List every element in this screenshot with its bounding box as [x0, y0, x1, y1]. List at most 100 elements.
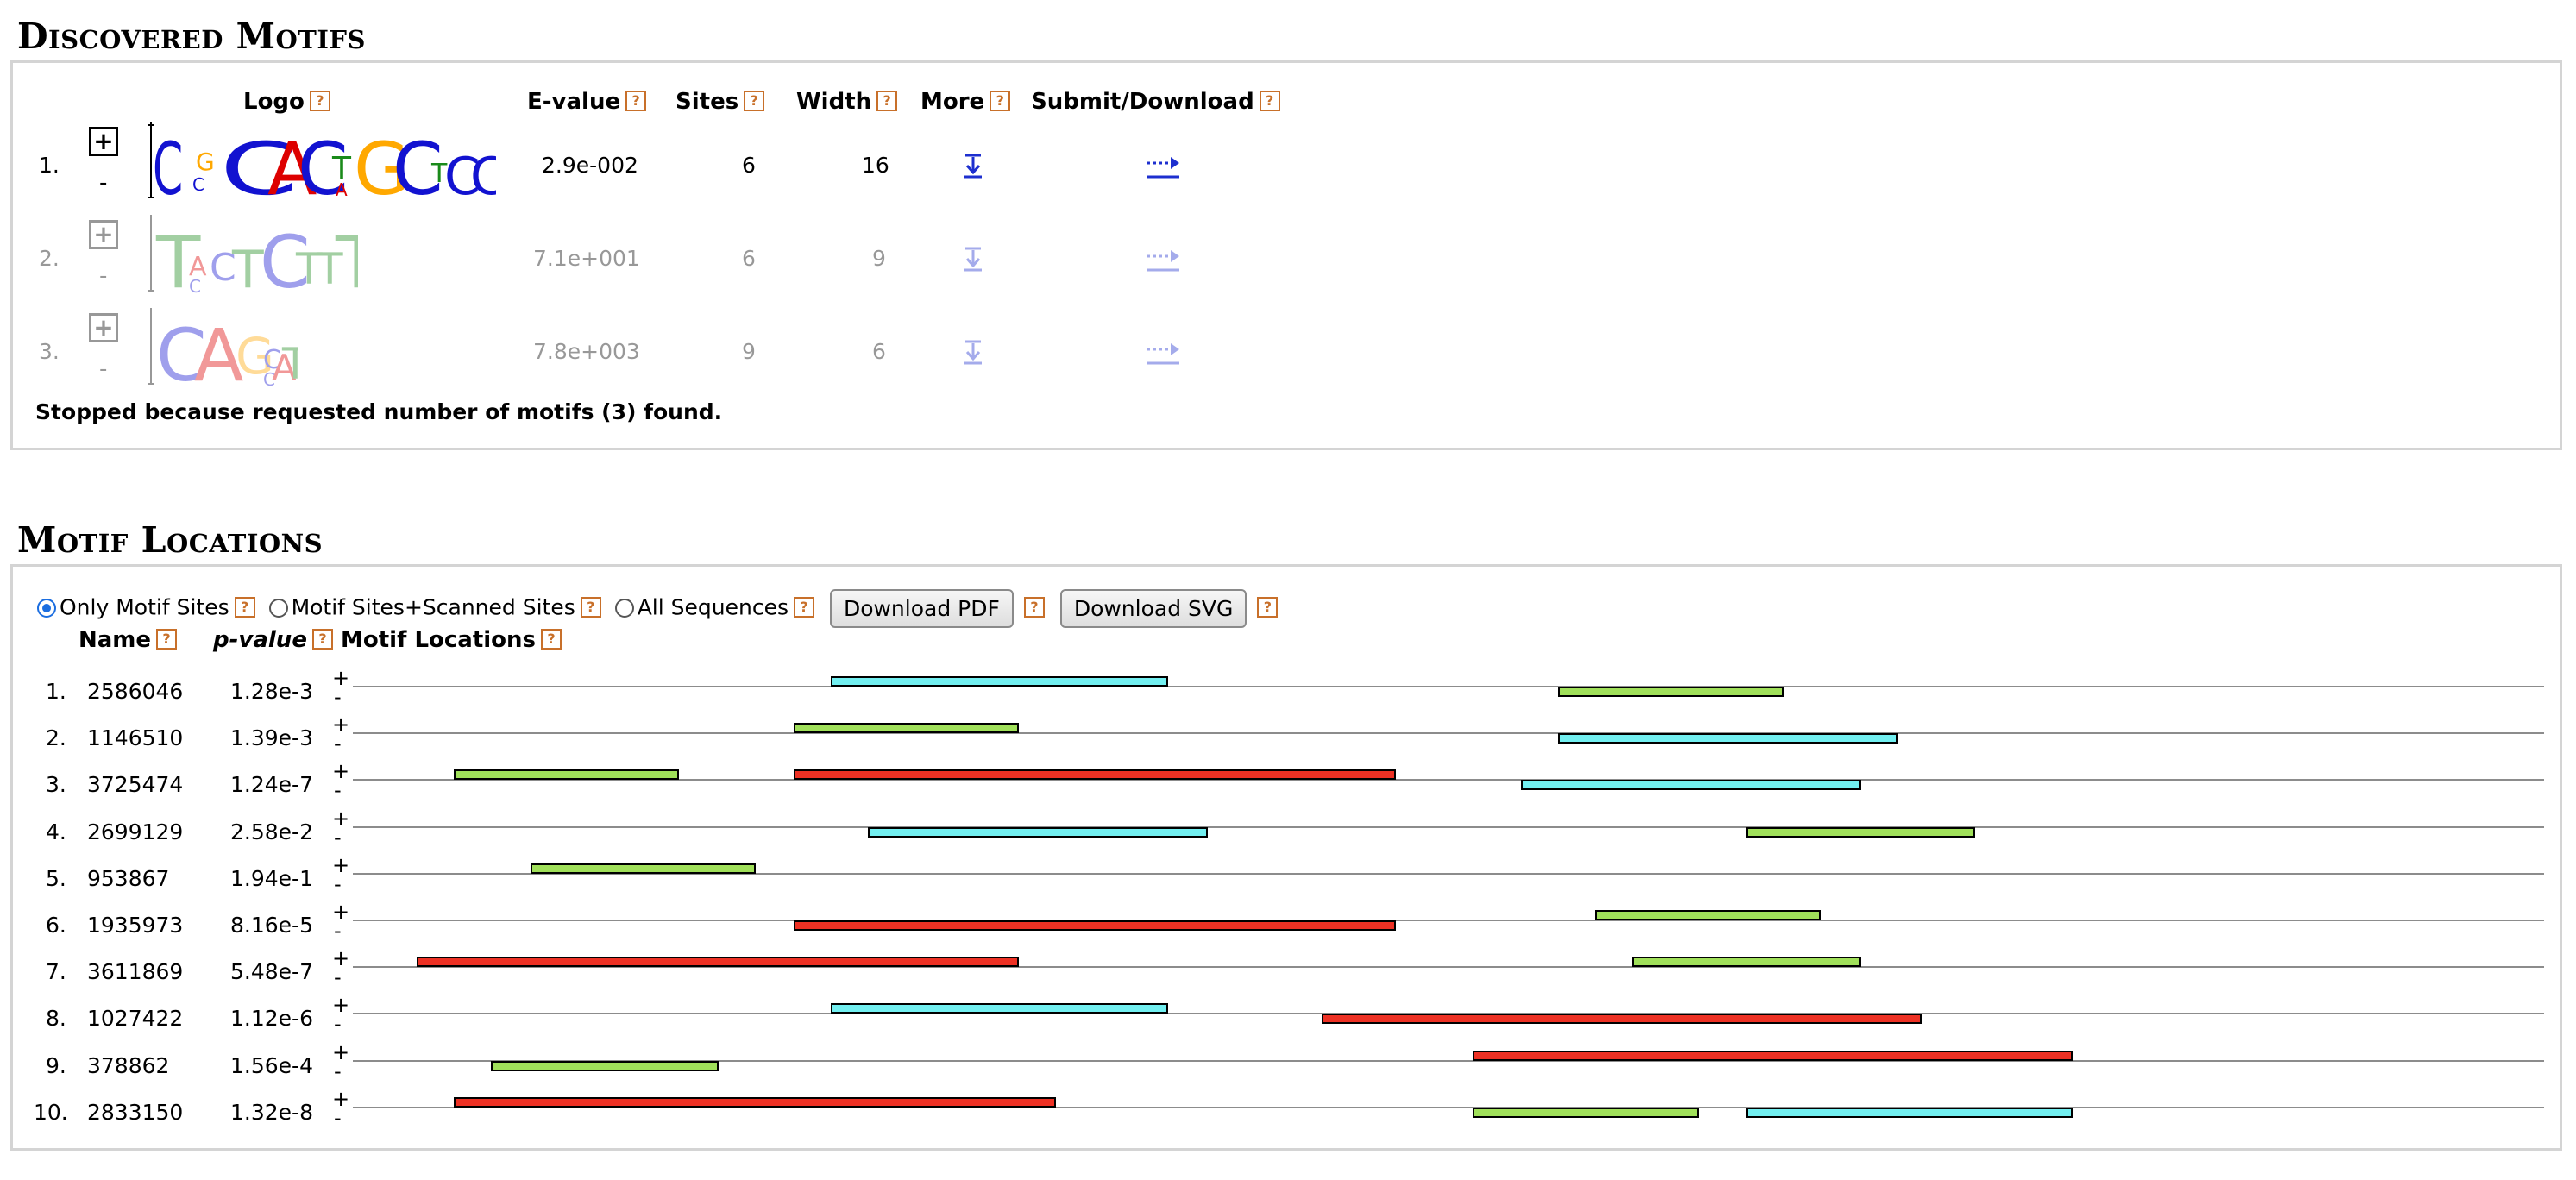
motif-locations-title: Motif Locations [17, 519, 324, 561]
sequence-name[interactable]: 2699129 [87, 819, 183, 844]
sequence-number: 5. [46, 865, 66, 891]
all-sequences-radio[interactable] [614, 598, 634, 618]
sequence-number: 9. [46, 1052, 66, 1078]
sequence-pvalue: 8.16e-5 [230, 913, 313, 938]
motif-width: 16 [862, 153, 889, 178]
help-icon[interactable]: ? [876, 91, 898, 111]
sequence-name[interactable]: 2833150 [87, 1100, 183, 1125]
sequence-name[interactable]: 1027422 [87, 1006, 183, 1031]
motif-site-3[interactable] [491, 1060, 719, 1071]
help-icon[interactable]: ? [311, 629, 333, 650]
sites-header-label: Sites [675, 89, 739, 115]
sequence-name[interactable]: 3611869 [87, 959, 183, 984]
submit-arrow-icon[interactable] [1145, 153, 1181, 179]
svg-text:T: T [335, 220, 358, 298]
motif-sites: 6 [742, 153, 756, 178]
motif-site-1[interactable] [793, 920, 1397, 931]
sequence-number: 3. [46, 772, 66, 798]
sequence-name[interactable]: 1146510 [87, 725, 183, 750]
logo-header-label: Logo [243, 89, 305, 115]
motif-site-1[interactable] [1472, 1050, 2073, 1061]
minus-strand-label: - [334, 965, 342, 990]
help-icon[interactable]: ? [625, 91, 647, 111]
sequence-pvalue: 5.48e-7 [230, 959, 313, 985]
submit-arrow-icon[interactable] [1145, 246, 1181, 272]
motif-locations-header-label: Motif Locations [341, 627, 537, 653]
collapse-button[interactable]: - [99, 358, 107, 380]
expand-button[interactable]: + [89, 220, 118, 249]
expand-button[interactable]: + [89, 127, 118, 156]
help-icon[interactable]: ? [1023, 596, 1045, 618]
motif-site-3[interactable] [1558, 687, 1784, 697]
sequence-name[interactable]: 953867 [87, 866, 169, 891]
sequence-number: 1. [46, 679, 66, 704]
motif-width: 9 [872, 246, 886, 271]
more-info-icon[interactable] [962, 246, 984, 272]
only-motif-sites-radio[interactable] [37, 598, 56, 618]
submit-header-label: Submit/Download [1031, 89, 1254, 115]
help-icon[interactable]: ? [541, 629, 562, 650]
motif-site-3[interactable] [1472, 1107, 1699, 1118]
motif-logo-3[interactable]: C A G C C A T [142, 304, 298, 391]
svg-text:C: C [192, 174, 204, 195]
motif-sites: 6 [742, 246, 756, 271]
all-sequences-label[interactable]: All Sequences [638, 595, 789, 620]
sequence-name[interactable]: 378862 [87, 1053, 169, 1078]
motif-site-3[interactable] [793, 723, 1020, 734]
motif-site-3[interactable] [1632, 957, 1861, 968]
help-icon[interactable]: ? [1259, 91, 1280, 111]
sequence-number: 2. [46, 725, 66, 751]
help-icon[interactable]: ? [793, 596, 814, 618]
collapse-button[interactable]: - [99, 172, 107, 194]
help-icon[interactable]: ? [580, 596, 601, 618]
discovered-motifs-title: Discovered Motifs [17, 16, 366, 57]
more-info-icon[interactable] [962, 153, 984, 179]
motif-site-2[interactable] [1746, 1107, 2073, 1118]
motif-site-3[interactable] [1595, 910, 1821, 920]
svg-text:A: A [336, 179, 348, 200]
help-icon[interactable]: ? [309, 91, 330, 111]
minus-strand-label: - [334, 825, 342, 850]
download-svg-button[interactable]: Download SVG [1059, 589, 1247, 628]
svg-text:T: T [281, 339, 298, 389]
motif-site-2[interactable] [830, 676, 1168, 687]
meme-results-page: Discovered Motifs Logo? E-value? Sites? … [0, 0, 2576, 1180]
motif-site-1[interactable] [793, 769, 1397, 781]
motif-site-2[interactable] [867, 826, 1208, 838]
motif-sites-scanned-label[interactable]: Motif Sites+Scanned Sites [292, 595, 575, 620]
help-icon[interactable]: ? [744, 91, 765, 111]
help-icon[interactable]: ? [156, 629, 178, 650]
motif-number: 2. [39, 246, 60, 271]
motif-sites-scanned-radio[interactable] [268, 598, 288, 618]
motif-site-2[interactable] [1520, 780, 1861, 791]
motif-site-2[interactable] [1558, 733, 1898, 744]
collapse-button[interactable]: - [99, 265, 107, 287]
sequence-name[interactable]: 2586046 [87, 679, 183, 704]
only-motif-sites-label[interactable]: Only Motif Sites [60, 595, 229, 620]
help-icon[interactable]: ? [990, 91, 1011, 111]
sequence-pvalue: 1.12e-6 [230, 1006, 313, 1032]
motif-logo-2[interactable]: T A C C T C T T T [142, 211, 358, 298]
sequence-line [353, 686, 2544, 687]
help-icon[interactable]: ? [234, 596, 255, 618]
motif-site-3[interactable] [453, 769, 680, 781]
motif-site-1[interactable] [1321, 1014, 1922, 1025]
sequence-pvalue: 1.32e-8 [230, 1099, 313, 1125]
motif-site-3[interactable] [1746, 826, 1975, 838]
expand-button[interactable]: + [89, 313, 118, 342]
display-options: Only Motif Sites? Motif Sites+Scanned Si… [37, 589, 1279, 628]
motif-logo-1[interactable]: C G C C A C T A G C T C C [142, 118, 496, 204]
submit-arrow-icon[interactable] [1145, 339, 1181, 365]
motif-site-1[interactable] [416, 957, 1020, 968]
motif-site-1[interactable] [453, 1096, 1057, 1108]
motif-site-2[interactable] [830, 1003, 1168, 1014]
motif-site-3[interactable] [530, 863, 757, 874]
sequence-name[interactable]: 3725474 [87, 772, 183, 797]
minus-strand-label: - [334, 1105, 342, 1130]
sequence-line [353, 920, 2544, 921]
download-pdf-button[interactable]: Download PDF [829, 589, 1014, 628]
more-info-icon[interactable] [962, 339, 984, 365]
logo-header: Logo? [243, 89, 330, 115]
help-icon[interactable]: ? [1257, 596, 1279, 618]
sequence-name[interactable]: 1935973 [87, 913, 183, 938]
